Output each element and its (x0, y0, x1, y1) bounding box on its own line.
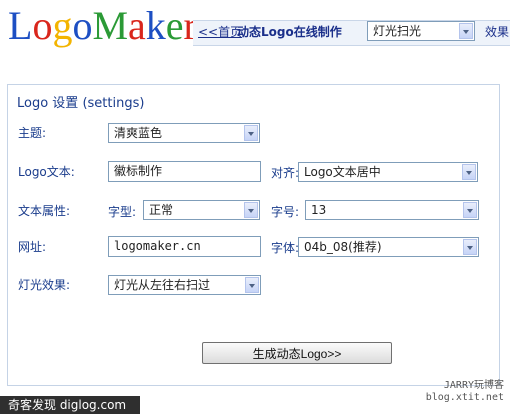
font-label: 字体: (271, 241, 300, 255)
effect-select-value: 灯光扫光 (373, 24, 422, 38)
logo-text-label: Logo文本: (18, 165, 75, 179)
chevron-down-icon (462, 164, 476, 180)
watermark-right-line1: JARRY玩博客 (443, 380, 504, 391)
home-link[interactable]: <<首页 (198, 23, 242, 40)
chevron-down-icon (463, 202, 477, 218)
page-title: 动态Logo在线制作 (237, 25, 342, 39)
font-size-value: 13 (311, 203, 327, 217)
url-input[interactable]: logomaker.cn (108, 236, 261, 257)
logomaker-logo: LogoMaker (8, 2, 197, 50)
font-style-select[interactable]: 正常 (143, 200, 260, 220)
logo-letter: o (32, 3, 53, 48)
settings-title: Logo 设置 (settings) (17, 96, 145, 111)
text-attr-label: 文本属性: (18, 204, 71, 218)
url-value: logomaker.cn (114, 239, 201, 253)
theme-select[interactable]: 清爽蓝色 (108, 123, 260, 143)
align-label: 对齐: (271, 166, 300, 180)
logo-text-value: 徽标制作 (114, 164, 163, 178)
light-effect-value: 灯光从左往右扫过 (114, 278, 211, 292)
watermark-right-line2: blog.xtit.net (425, 392, 504, 403)
chevron-down-icon (463, 239, 477, 255)
font-style-value: 正常 (149, 203, 174, 217)
font-size-select[interactable]: 13 (305, 200, 479, 220)
light-effect-label: 灯光效果: (18, 278, 71, 292)
logo-letter: L (8, 3, 33, 48)
theme-select-value: 清爽蓝色 (114, 126, 163, 140)
logo-letter: o (72, 3, 93, 48)
chevron-down-icon (459, 23, 473, 39)
font-style-label: 字型: (108, 205, 137, 219)
align-select[interactable]: Logo文本居中 (298, 162, 478, 182)
chevron-down-icon (244, 125, 258, 141)
logo-letter: g (52, 3, 73, 48)
generate-logo-button[interactable]: 生成动态Logo>> (202, 342, 392, 364)
align-select-value: Logo文本居中 (304, 165, 381, 179)
effect-select[interactable]: 灯光扫光 (367, 21, 475, 41)
chevron-down-icon (244, 202, 258, 218)
watermark-right: JARRY玩博客 blog.xtit.net (426, 380, 504, 404)
chevron-down-icon (245, 277, 259, 293)
logo-letter: e (165, 3, 184, 48)
watermark-left: 奇客发现 diglog.com (0, 396, 140, 414)
font-select[interactable]: 04b_08(推荐) (298, 237, 479, 257)
font-size-label: 字号: (271, 205, 300, 219)
effect-label: 效果 (485, 25, 510, 39)
url-label: 网址: (18, 240, 47, 254)
font-select-value: 04b_08(推荐) (304, 240, 382, 254)
logo-text-input[interactable]: 徽标制作 (108, 161, 261, 182)
logo-letter: a (128, 3, 146, 48)
light-effect-select[interactable]: 灯光从左往右扫过 (108, 275, 261, 295)
theme-label: 主题: (18, 126, 47, 140)
logo-letter: M (92, 3, 129, 48)
logo-letter: k (145, 3, 166, 48)
